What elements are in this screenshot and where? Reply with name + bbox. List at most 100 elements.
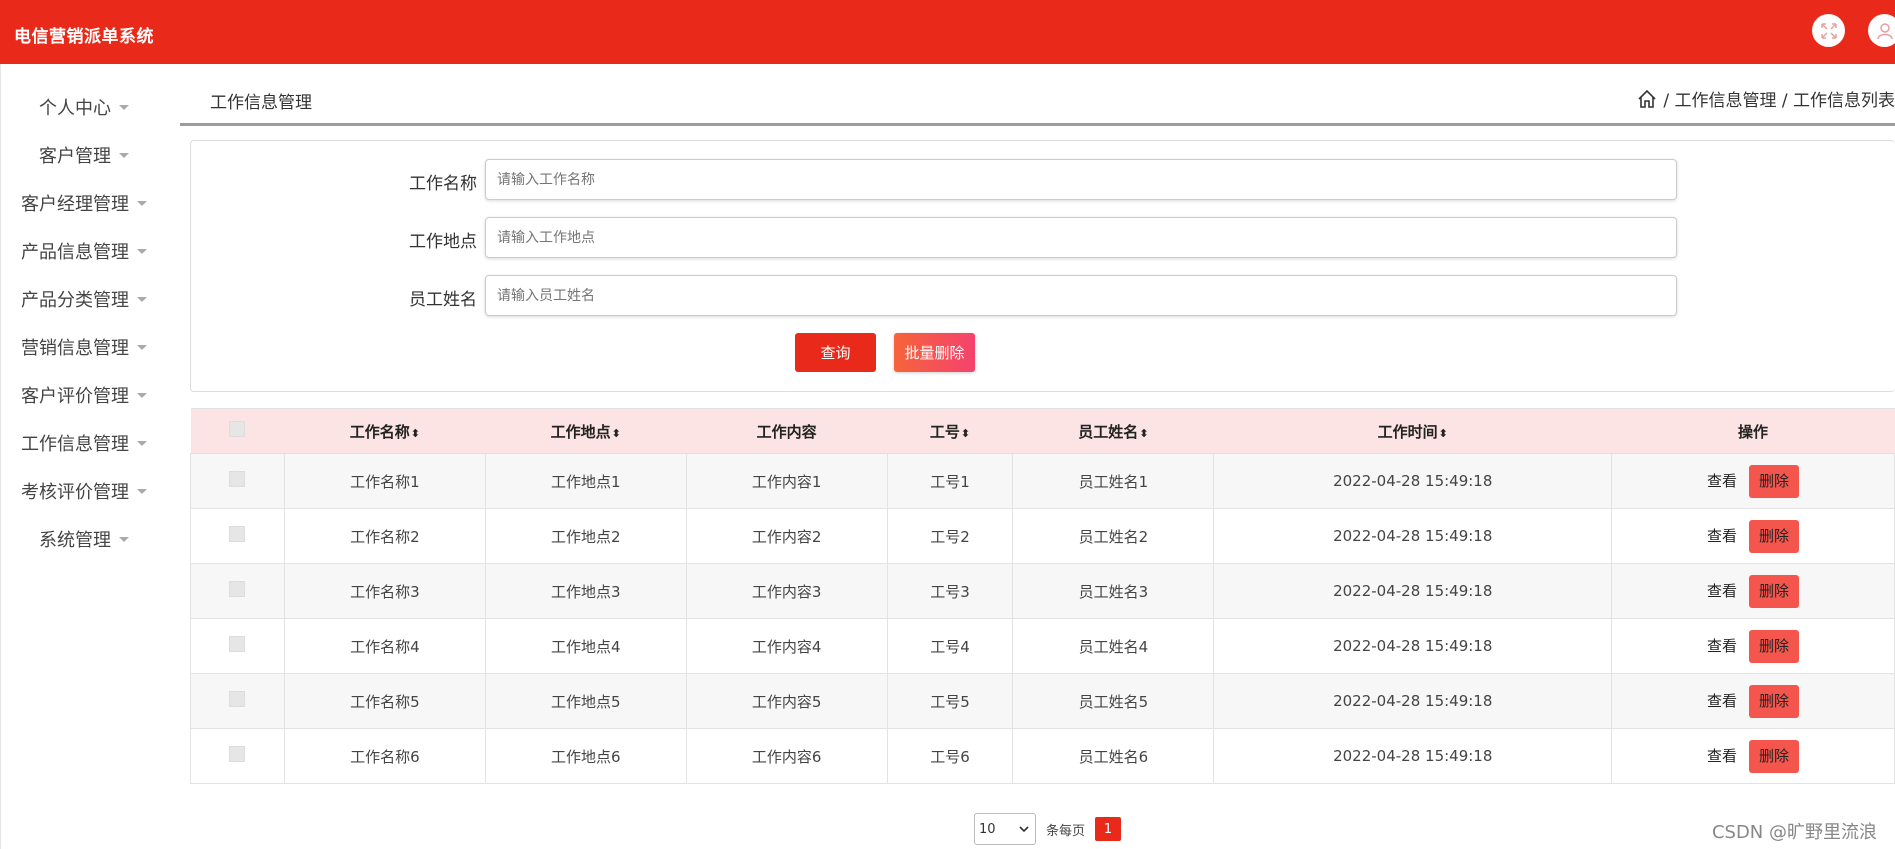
column-header-work-name[interactable]: 工作名称⬍ (284, 408, 486, 454)
work-location-label: 工作地点 (409, 232, 477, 252)
sort-icon: ⬍ (960, 426, 971, 440)
cell-work-time: 2022-04-28 15:49:18 (1213, 563, 1613, 619)
select-all-checkbox[interactable] (229, 421, 246, 437)
work-location-input[interactable] (485, 217, 1677, 258)
sort-icon: ⬍ (1438, 426, 1448, 440)
sidebar-item-label: 产品信息管理 (21, 242, 129, 263)
page-size-label: 条每页 (1046, 823, 1086, 839)
view-button[interactable]: 查看 (1707, 692, 1737, 710)
column-header-work-number[interactable]: 工号⬍ (887, 408, 1013, 454)
caret-down-icon (137, 488, 147, 494)
delete-button[interactable]: 删除 (1749, 464, 1800, 498)
row-checkbox[interactable] (229, 691, 246, 707)
batch-delete-button[interactable]: 批量删除 (894, 333, 975, 372)
caret-down-icon (137, 296, 147, 302)
cell-employee-name: 员工姓名4 (1012, 618, 1215, 674)
view-button[interactable]: 查看 (1707, 747, 1737, 765)
home-icon[interactable] (1637, 89, 1657, 109)
fullscreen-icon[interactable] (1812, 14, 1845, 47)
row-checkbox[interactable] (229, 526, 246, 542)
cell-work-content: 工作内容4 (685, 618, 888, 674)
caret-down-icon (137, 440, 147, 446)
sort-icon: ⬍ (1139, 426, 1149, 440)
table-header-row: 工作名称⬍ 工作地点⬍ 工作内容 工号⬍ 员工姓名⬍ 工作时间⬍ 操作 (190, 408, 1895, 454)
sidebar-item-customer-review[interactable]: 客户评价管理 (1, 376, 167, 414)
watermark: CSDN @旷野里流浪 (1711, 822, 1877, 843)
breadcrumb-bar: 工作信息管理 / 工作信息管理 / 工作信息列表 (180, 72, 1895, 126)
row-checkbox[interactable] (229, 581, 246, 597)
column-header-actions: 操作 (1611, 408, 1895, 454)
view-button[interactable]: 查看 (1707, 582, 1737, 600)
sidebar-item-personal-center[interactable]: 个人中心 (1, 88, 167, 126)
work-name-input[interactable] (485, 159, 1677, 200)
column-header-work-location[interactable]: 工作地点⬍ (485, 408, 687, 454)
query-button[interactable]: 查询 (795, 333, 876, 372)
cell-work-number: 工号3 (886, 563, 1014, 619)
column-header-employee-name[interactable]: 员工姓名⬍ (1012, 408, 1214, 454)
cell-work-number: 工号1 (886, 453, 1014, 509)
pagination: 10 条每页 1 (974, 813, 1122, 845)
cell-work-number: 工号4 (886, 618, 1014, 674)
top-header-bar: 电信营销派单系统 (0, 0, 1895, 64)
row-checkbox[interactable] (229, 636, 246, 652)
delete-button[interactable]: 删除 (1749, 574, 1800, 608)
sidebar-item-product-info[interactable]: 产品信息管理 (1, 232, 167, 270)
view-button[interactable]: 查看 (1707, 472, 1737, 490)
caret-down-icon (137, 344, 147, 350)
cell-employee-name: 员工姓名3 (1012, 563, 1215, 619)
cell-work-location: 工作地点6 (484, 728, 687, 784)
row-checkbox[interactable] (229, 746, 246, 762)
row-checkbox[interactable] (229, 471, 246, 487)
employee-name-input[interactable] (485, 275, 1677, 316)
user-avatar-icon[interactable] (1868, 14, 1895, 47)
page-size-select[interactable]: 10 (974, 813, 1036, 845)
cell-work-name: 工作名称3 (283, 563, 486, 619)
cell-work-time: 2022-04-28 15:49:18 (1213, 673, 1613, 729)
sidebar-item-label: 客户管理 (39, 146, 111, 167)
view-button[interactable]: 查看 (1707, 527, 1737, 545)
sidebar-item-label: 营销信息管理 (21, 338, 129, 359)
caret-down-icon (137, 392, 147, 398)
cell-work-location: 工作地点3 (484, 563, 687, 619)
sidebar-item-account-manager[interactable]: 客户经理管理 (1, 184, 167, 222)
cell-work-number: 工号5 (886, 673, 1014, 729)
sidebar-item-assessment[interactable]: 考核评价管理 (1, 472, 167, 510)
caret-down-icon (119, 536, 129, 542)
sidebar-item-work-info[interactable]: 工作信息管理 (1, 424, 167, 462)
cell-work-location: 工作地点5 (484, 673, 687, 729)
employee-name-label: 员工姓名 (409, 290, 477, 310)
cell-work-number: 工号2 (886, 508, 1014, 564)
cell-work-location: 工作地点2 (484, 508, 687, 564)
delete-button[interactable]: 删除 (1749, 739, 1800, 773)
table-row: 工作名称4 工作地点4 工作内容4 工号4 员工姓名4 2022-04-28 1… (190, 618, 1895, 674)
sidebar-item-label: 客户评价管理 (21, 386, 129, 407)
cell-work-name: 工作名称2 (283, 508, 486, 564)
sidebar-item-label: 个人中心 (39, 98, 111, 119)
cell-work-content: 工作内容5 (685, 673, 888, 729)
view-button[interactable]: 查看 (1707, 637, 1737, 655)
work-info-table: 工作名称⬍ 工作地点⬍ 工作内容 工号⬍ 员工姓名⬍ 工作时间⬍ 操作 工作名称… (190, 408, 1895, 784)
work-name-label: 工作名称 (409, 174, 477, 194)
cell-employee-name: 员工姓名5 (1012, 673, 1215, 729)
delete-button[interactable]: 删除 (1749, 519, 1800, 553)
breadcrumb-path[interactable]: / 工作信息管理 / 工作信息列表 (1663, 86, 1895, 111)
page-button-current[interactable]: 1 (1095, 817, 1122, 841)
column-header-work-content: 工作内容 (686, 408, 888, 454)
sidebar-item-marketing-info[interactable]: 营销信息管理 (1, 328, 167, 366)
sidebar-item-system[interactable]: 系统管理 (1, 520, 167, 558)
table-row: 工作名称6 工作地点6 工作内容6 工号6 员工姓名6 2022-04-28 1… (190, 728, 1895, 784)
page-size-value: 10 (979, 821, 996, 837)
caret-down-icon (137, 248, 147, 254)
sidebar-item-product-category[interactable]: 产品分类管理 (1, 280, 167, 318)
cell-work-name: 工作名称4 (283, 618, 486, 674)
sidebar-item-label: 系统管理 (39, 530, 111, 551)
delete-button[interactable]: 删除 (1749, 629, 1800, 663)
delete-button[interactable]: 删除 (1749, 684, 1800, 718)
select-all-header (190, 408, 285, 454)
cell-work-content: 工作内容1 (685, 453, 888, 509)
column-header-work-time[interactable]: 工作时间⬍ (1213, 408, 1612, 454)
sidebar-item-label: 客户经理管理 (21, 194, 129, 215)
cell-employee-name: 员工姓名6 (1012, 728, 1215, 784)
table-row: 工作名称2 工作地点2 工作内容2 工号2 员工姓名2 2022-04-28 1… (190, 508, 1895, 564)
sidebar-item-customer[interactable]: 客户管理 (1, 136, 167, 174)
